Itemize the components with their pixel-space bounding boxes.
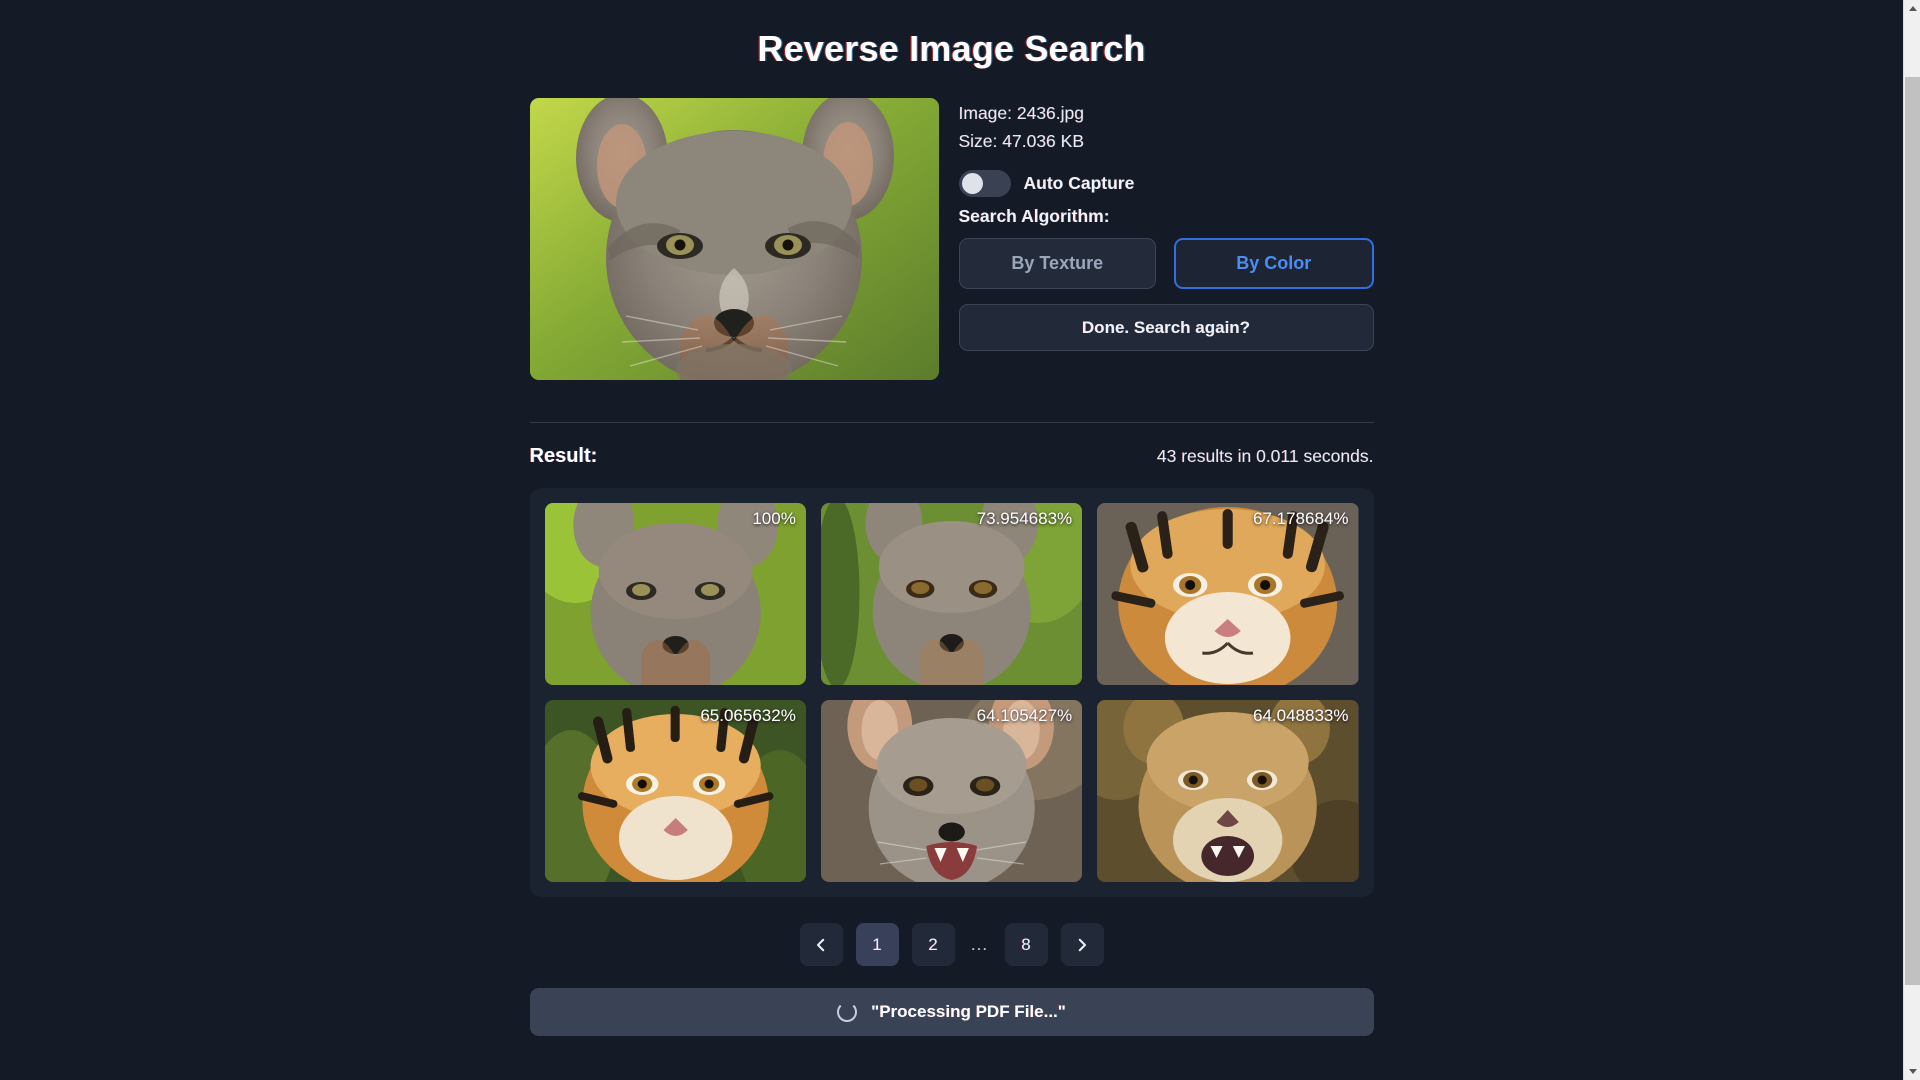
vertical-scrollbar[interactable]: [1903, 0, 1920, 1080]
pagination-ellipsis: ...: [968, 923, 992, 966]
toggle-knob: [962, 173, 983, 194]
algorithm-by-texture-button[interactable]: By Texture: [959, 238, 1157, 289]
page-viewport: Reverse Image Search: [0, 0, 1903, 1080]
chevron-left-icon: [812, 936, 830, 954]
result-thumbnail-gray-fox: [545, 503, 806, 685]
results-grid: 100%: [530, 488, 1374, 897]
loading-spinner-icon: [837, 1002, 857, 1022]
pagination-page-2[interactable]: 2: [912, 923, 955, 966]
result-thumbnail-lion-cub: [1097, 700, 1358, 882]
pagination-prev-button[interactable]: [800, 923, 843, 966]
result-thumbnail-tiger: [1097, 503, 1358, 685]
result-thumbnail-fox-snarl: [821, 700, 1082, 882]
image-filesize: Size: 47.036 KB: [959, 128, 1374, 155]
algorithm-by-color-button[interactable]: By Color: [1174, 238, 1374, 289]
auto-capture-toggle[interactable]: [959, 170, 1011, 197]
auto-capture-label: Auto Capture: [1024, 173, 1135, 194]
search-algorithm-label: Search Algorithm:: [959, 206, 1374, 227]
auto-capture-row: Auto Capture: [959, 170, 1374, 197]
scroll-up-arrow-icon[interactable]: [1904, 0, 1920, 17]
pagination: 1 2 ... 8: [530, 897, 1374, 988]
result-item[interactable]: 64.048833%: [1097, 700, 1358, 882]
pagination-next-button[interactable]: [1061, 923, 1104, 966]
result-count-timing: 43 results in 0.011 seconds.: [1157, 446, 1374, 467]
result-score: 64.105427%: [977, 706, 1072, 726]
scrollbar-thumb[interactable]: [1905, 77, 1920, 985]
result-score: 67.178684%: [1253, 509, 1348, 529]
result-score: 73.954683%: [977, 509, 1072, 529]
scroll-down-arrow-icon[interactable]: [1904, 1063, 1920, 1080]
result-score: 65.065632%: [700, 706, 795, 726]
result-item[interactable]: 67.178684%: [1097, 503, 1358, 685]
upload-section: Image: 2436.jpg Size: 47.036 KB Auto Cap…: [530, 98, 1374, 380]
search-again-button[interactable]: Done. Search again?: [959, 304, 1374, 351]
algorithm-button-group: By Texture By Color: [959, 238, 1374, 289]
image-info-panel: Image: 2436.jpg Size: 47.036 KB Auto Cap…: [959, 98, 1374, 351]
result-heading: Result:: [530, 445, 598, 468]
result-header: Result: 43 results in 0.011 seconds.: [530, 423, 1374, 488]
main-container: Image: 2436.jpg Size: 47.036 KB Auto Cap…: [530, 98, 1374, 1036]
query-image-graphic: [530, 98, 939, 380]
result-score: 100%: [752, 509, 795, 529]
image-filename: Image: 2436.jpg: [959, 100, 1374, 127]
result-score: 64.048833%: [1253, 706, 1348, 726]
result-item[interactable]: 65.065632%: [545, 700, 806, 882]
result-item[interactable]: 64.105427%: [821, 700, 1082, 882]
result-thumbnail-gray-fox-2: [821, 503, 1082, 685]
pagination-page-8[interactable]: 8: [1005, 923, 1048, 966]
pagination-page-1[interactable]: 1: [856, 923, 899, 966]
query-image-preview[interactable]: [530, 98, 939, 380]
processing-status-text: "Processing PDF File...": [871, 1002, 1066, 1022]
result-item[interactable]: 100%: [545, 503, 806, 685]
page-header: Reverse Image Search: [0, 20, 1903, 98]
result-thumbnail-tiger-2: [545, 700, 806, 882]
page-content: Reverse Image Search: [0, 0, 1903, 1036]
page-title: Reverse Image Search: [757, 28, 1145, 70]
chevron-right-icon: [1073, 936, 1091, 954]
processing-status-bar: "Processing PDF File...": [530, 988, 1374, 1036]
result-item[interactable]: 73.954683%: [821, 503, 1082, 685]
